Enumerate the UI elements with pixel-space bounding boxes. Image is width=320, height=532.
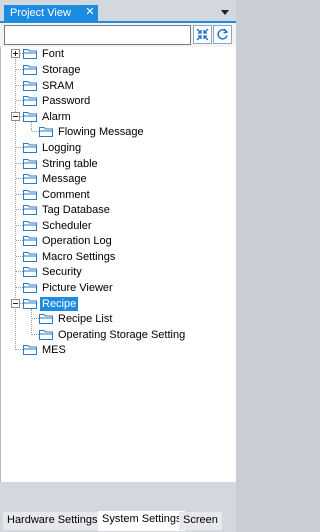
tree-item-macro-settings[interactable]: Macro Settings [16,249,117,264]
tree-guide-line [16,69,23,70]
folder-icon [39,329,53,340]
tree-item-label: Scheduler [42,219,92,232]
tree-item-label: Alarm [42,110,71,123]
tree-item-scheduler[interactable]: Scheduler [16,218,94,233]
refresh-button[interactable] [213,25,232,44]
tree-item-font[interactable]: Font [16,46,66,61]
folder-icon [23,204,37,215]
folder-icon [23,142,37,153]
folder-icon [23,80,37,91]
tree-guide-line [32,318,39,319]
folder-icon [23,235,37,246]
tree-item-flowing-message[interactable]: Flowing Message [32,124,146,139]
refresh-icon [217,28,229,40]
tree-item-recipe[interactable]: Recipe [16,296,79,311]
tab-system-settings[interactable]: System Settings [98,511,186,531]
tree-guide-line [32,131,39,132]
tree-item-label: Security [42,265,82,278]
tree-guide-line [16,225,23,226]
tree-item-label: Recipe List [58,312,113,325]
tree-guide-line [31,309,32,335]
folder-icon [39,126,53,137]
tree-item-label: SRAM [42,79,74,92]
close-icon[interactable]: ✕ [84,5,96,21]
tree-item-label: Logging [42,141,82,154]
tree-item-label: Storage [42,63,81,76]
folder-icon [23,282,37,293]
tree-item-label: Font [42,47,65,60]
folder-icon [23,158,37,169]
folder-icon [23,298,37,309]
tree-guide-line [16,209,23,210]
expand-toggle-font[interactable] [11,49,20,58]
tree-item-security[interactable]: Security [16,264,84,279]
tree-guide-line [16,194,23,195]
tree-item-label: Flowing Message [58,125,144,138]
tree-guide-line [16,163,23,164]
search-input[interactable] [4,25,191,45]
tree-item-label: Password [42,94,91,107]
tree-item-alarm[interactable]: Alarm [16,109,73,124]
folder-icon [23,111,37,122]
folder-icon [23,189,37,200]
collapse-all-button[interactable] [193,25,212,44]
tree-item-logging[interactable]: Logging [16,140,83,155]
tree-item-operation-log[interactable]: Operation Log [16,233,114,248]
tree-item-label: Operation Log [42,234,112,247]
chevron-down-icon[interactable] [221,10,229,15]
tree-item-picture-viewer[interactable]: Picture Viewer [16,280,115,295]
folder-icon [23,173,37,184]
folder-icon [23,95,37,106]
tree-item-recipe-list[interactable]: Recipe List [32,311,114,326]
tree-guide-line [16,349,23,350]
collapse-toggle-recipe[interactable] [11,299,20,308]
collapse-all-icon [196,28,209,41]
tree-item-label: String table [42,157,98,170]
tree-item-label: MES [42,343,66,356]
tree-guide-line [16,287,23,288]
tree-guide-line [16,271,23,272]
tree-item-label: Operating Storage Setting [58,328,186,341]
tree-item-label: Recipe [40,296,79,311]
folder-icon [23,48,37,59]
tree-item-string-table[interactable]: String table [16,156,100,171]
project-view-tab[interactable]: Project View ✕ [4,5,98,22]
tree-guide-line [16,85,23,86]
tree-item-mes[interactable]: MES [16,342,68,357]
tree-item-sram[interactable]: SRAM [16,78,76,93]
tree-guide-line [16,240,23,241]
tree-item-label: Picture Viewer [42,281,113,294]
folder-icon [23,64,37,75]
tree-item-message[interactable]: Message [16,171,89,186]
folder-icon [23,266,37,277]
tree-item-storage[interactable]: Storage [16,62,83,77]
tree-guide-line [16,100,23,101]
collapse-toggle-alarm[interactable] [11,112,20,121]
folder-icon [23,344,37,355]
tree-item-label: Comment [42,188,90,201]
tab-hardware-settings[interactable]: Hardware Settings [3,512,102,530]
tree-item-comment[interactable]: Comment [16,187,92,202]
tree-guide-line [16,178,23,179]
folder-icon [39,313,53,324]
tree-guide-line [32,334,39,335]
tree-guide-line [16,256,23,257]
tree-guide-line [16,147,23,148]
tree-item-operating-storage-setting[interactable]: Operating Storage Setting [32,327,187,342]
folder-icon [23,251,37,262]
tree-item-label: Tag Database [42,203,110,216]
project-view-tab-label: Project View [10,7,71,19]
folder-icon [23,220,37,231]
tree-item-label: Macro Settings [42,250,116,263]
tree-item-label: Message [42,172,87,185]
tab-screen[interactable]: Screen [179,512,222,530]
tree-item-password[interactable]: Password [16,93,92,108]
tree-item-tag-database[interactable]: Tag Database [16,202,112,217]
